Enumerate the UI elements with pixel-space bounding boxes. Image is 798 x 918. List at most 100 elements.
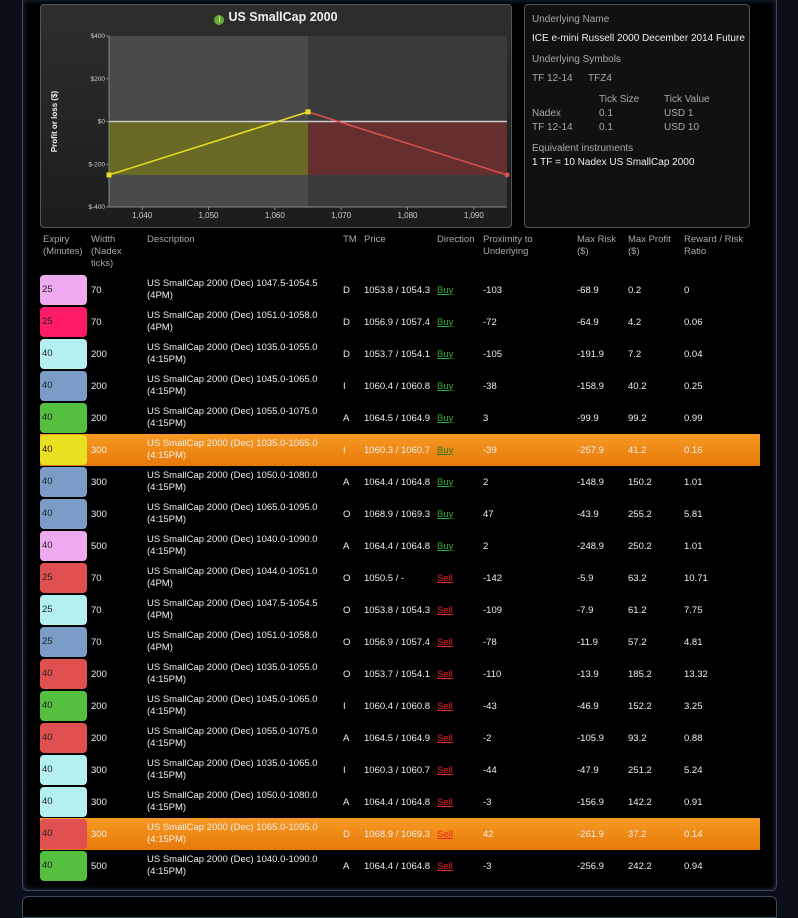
reward-risk-cell: 1.01 bbox=[684, 476, 703, 488]
direction-link[interactable]: Sell bbox=[437, 786, 453, 818]
expiry-swatch: 40 bbox=[40, 819, 87, 849]
price-cell: 1053.7 / 1054.1 bbox=[364, 348, 431, 360]
max-profit-cell: 37.2 bbox=[628, 828, 647, 840]
reward-risk-cell: 0.04 bbox=[684, 348, 703, 360]
direction-link[interactable]: Buy bbox=[437, 274, 453, 306]
table-row[interactable]: 40 200 US SmallCap 2000 (Dec) 1035.0-1055.… bbox=[40, 338, 760, 370]
table-row[interactable]: 40 200 US SmallCap 2000 (Dec) 1055.0-1075.… bbox=[40, 402, 760, 434]
direction-link[interactable]: Sell bbox=[437, 626, 453, 658]
reward-risk-cell: 10.71 bbox=[684, 572, 708, 584]
table-row[interactable]: 40 300 US SmallCap 2000 (Dec) 1035.0-1065.… bbox=[40, 754, 760, 786]
direction-link[interactable]: Buy bbox=[437, 306, 453, 338]
width-cell: 500 bbox=[91, 540, 107, 552]
tm-cell: I bbox=[343, 444, 346, 456]
table-row[interactable]: 40 500 US SmallCap 2000 (Dec) 1040.0-1090.… bbox=[40, 530, 760, 562]
col-header-proximity: Proximity to Underlying bbox=[483, 234, 533, 257]
direction-link[interactable]: Sell bbox=[437, 850, 453, 882]
width-cell: 70 bbox=[91, 636, 102, 648]
direction-link[interactable]: Sell bbox=[437, 754, 453, 786]
proximity-cell: -3 bbox=[483, 860, 492, 872]
table-row[interactable]: 40 500 US SmallCap 2000 (Dec) 1040.0-1090.… bbox=[40, 850, 760, 882]
max-profit-cell: 99.2 bbox=[628, 412, 647, 424]
direction-link[interactable]: Sell bbox=[437, 658, 453, 690]
direction-link[interactable]: Buy bbox=[437, 466, 453, 498]
direction-link[interactable]: Sell bbox=[437, 594, 453, 626]
expiry-swatch: 40 bbox=[40, 851, 87, 881]
reward-risk-cell: 0.88 bbox=[684, 732, 703, 744]
table-row[interactable]: 40 200 US SmallCap 2000 (Dec) 1055.0-1075.… bbox=[40, 722, 760, 754]
width-cell: 200 bbox=[91, 668, 107, 680]
direction-link[interactable]: Buy bbox=[437, 402, 453, 434]
table-row[interactable]: 40 300 US SmallCap 2000 (Dec) 1035.0-1065.… bbox=[40, 434, 760, 466]
expiry-swatch: 25 bbox=[40, 563, 87, 593]
y-tick-label: $-400 bbox=[88, 204, 105, 211]
direction-link[interactable]: Sell bbox=[437, 690, 453, 722]
proximity-cell: -38 bbox=[483, 380, 497, 392]
proximity-cell: 3 bbox=[483, 412, 489, 424]
table-row[interactable]: 40 300 US SmallCap 2000 (Dec) 1050.0-1080.… bbox=[40, 786, 760, 818]
direction-link[interactable]: Buy bbox=[437, 338, 453, 370]
x-tick-label: 1,070 bbox=[331, 211, 352, 220]
direction-link[interactable]: Buy bbox=[437, 498, 453, 530]
proximity-cell: 2 bbox=[483, 540, 489, 552]
col-header-price: Price bbox=[364, 234, 386, 245]
secondary-frame bbox=[22, 896, 777, 918]
direction-link[interactable]: Sell bbox=[437, 722, 453, 754]
price-cell: 1060.4 / 1060.8 bbox=[364, 380, 431, 392]
max-profit-cell: 57.2 bbox=[628, 636, 647, 648]
expiry-swatch: 40 bbox=[40, 787, 87, 817]
tick-row-name: TF 12-14 bbox=[532, 122, 573, 133]
width-cell: 200 bbox=[91, 348, 107, 360]
expiry-swatch: 40 bbox=[40, 723, 87, 753]
description-cell: US SmallCap 2000 (Dec) 1047.5-1054.5 (4P… bbox=[147, 598, 318, 621]
max-profit-cell: 7.2 bbox=[628, 348, 642, 360]
table-row[interactable]: 40 300 US SmallCap 2000 (Dec) 1065.0-1095.… bbox=[40, 818, 760, 850]
max-profit-cell: 0.2 bbox=[628, 284, 642, 296]
table-row[interactable]: 25 70 US SmallCap 2000 (Dec) 1047.5-1054.5… bbox=[40, 274, 760, 306]
symbol-1: TF 12-14 bbox=[532, 73, 573, 84]
max-risk-cell: -257.9 bbox=[577, 444, 604, 456]
table-row[interactable]: 40 200 US SmallCap 2000 (Dec) 1035.0-1055.… bbox=[40, 658, 760, 690]
tm-cell: O bbox=[343, 508, 351, 520]
tm-cell: O bbox=[343, 668, 351, 680]
table-row[interactable]: 25 70 US SmallCap 2000 (Dec) 1051.0-1058.0… bbox=[40, 306, 760, 338]
width-cell: 70 bbox=[91, 604, 102, 616]
tick-row-size: 0.1 bbox=[599, 122, 613, 133]
table-row[interactable]: 25 70 US SmallCap 2000 (Dec) 1044.0-1051.0… bbox=[40, 562, 760, 594]
proximity-cell: -43 bbox=[483, 700, 497, 712]
table-row[interactable]: 25 70 US SmallCap 2000 (Dec) 1051.0-1058.0… bbox=[40, 626, 760, 658]
width-cell: 300 bbox=[91, 508, 107, 520]
direction-link[interactable]: Buy bbox=[437, 434, 453, 466]
max-profit-cell: 63.2 bbox=[628, 572, 647, 584]
direction-link[interactable]: Sell bbox=[437, 818, 453, 850]
direction-link[interactable]: Buy bbox=[437, 370, 453, 402]
table-row[interactable]: 40 200 US SmallCap 2000 (Dec) 1045.0-1065.… bbox=[40, 690, 760, 722]
table-row[interactable]: 40 300 US SmallCap 2000 (Dec) 1065.0-1095.… bbox=[40, 498, 760, 530]
direction-link[interactable]: Sell bbox=[437, 562, 453, 594]
price-cell: 1064.4 / 1064.8 bbox=[364, 860, 431, 872]
payoff-chart-panel: i US SmallCap 2000 $400 $200 $0 $-200 $-400 1,… bbox=[40, 4, 512, 228]
proximity-cell: 42 bbox=[483, 828, 494, 840]
description-cell: US SmallCap 2000 (Dec) 1050.0-1080.0 (4:… bbox=[147, 790, 318, 813]
expiry-swatch: 40 bbox=[40, 435, 87, 465]
reward-risk-cell: 0.25 bbox=[684, 380, 703, 392]
underlying-info-panel: Underlying Name ICE e-mini Russell 2000 … bbox=[524, 4, 750, 228]
tick-row-size: 0.1 bbox=[599, 108, 613, 119]
col-header-expiry: Expiry (Minutes) bbox=[43, 234, 83, 257]
description-cell: US SmallCap 2000 (Dec) 1045.0-1065.0 (4:… bbox=[147, 374, 318, 397]
max-profit-cell: 61.2 bbox=[628, 604, 647, 616]
reward-risk-cell: 1.01 bbox=[684, 540, 703, 552]
tick-row-name: Nadex bbox=[532, 108, 561, 119]
col-header-direction: Direction bbox=[437, 234, 475, 245]
col-header-description: Description bbox=[147, 234, 195, 245]
max-risk-cell: -248.9 bbox=[577, 540, 604, 552]
tm-cell: A bbox=[343, 796, 350, 808]
tm-cell: I bbox=[343, 764, 346, 776]
max-risk-cell: -156.9 bbox=[577, 796, 604, 808]
expiry-swatch: 40 bbox=[40, 371, 87, 401]
description-cell: US SmallCap 2000 (Dec) 1047.5-1054.5 (4P… bbox=[147, 278, 318, 301]
table-row[interactable]: 25 70 US SmallCap 2000 (Dec) 1047.5-1054.5… bbox=[40, 594, 760, 626]
table-row[interactable]: 40 200 US SmallCap 2000 (Dec) 1045.0-1065.… bbox=[40, 370, 760, 402]
direction-link[interactable]: Buy bbox=[437, 530, 453, 562]
table-row[interactable]: 40 300 US SmallCap 2000 (Dec) 1050.0-1080.… bbox=[40, 466, 760, 498]
